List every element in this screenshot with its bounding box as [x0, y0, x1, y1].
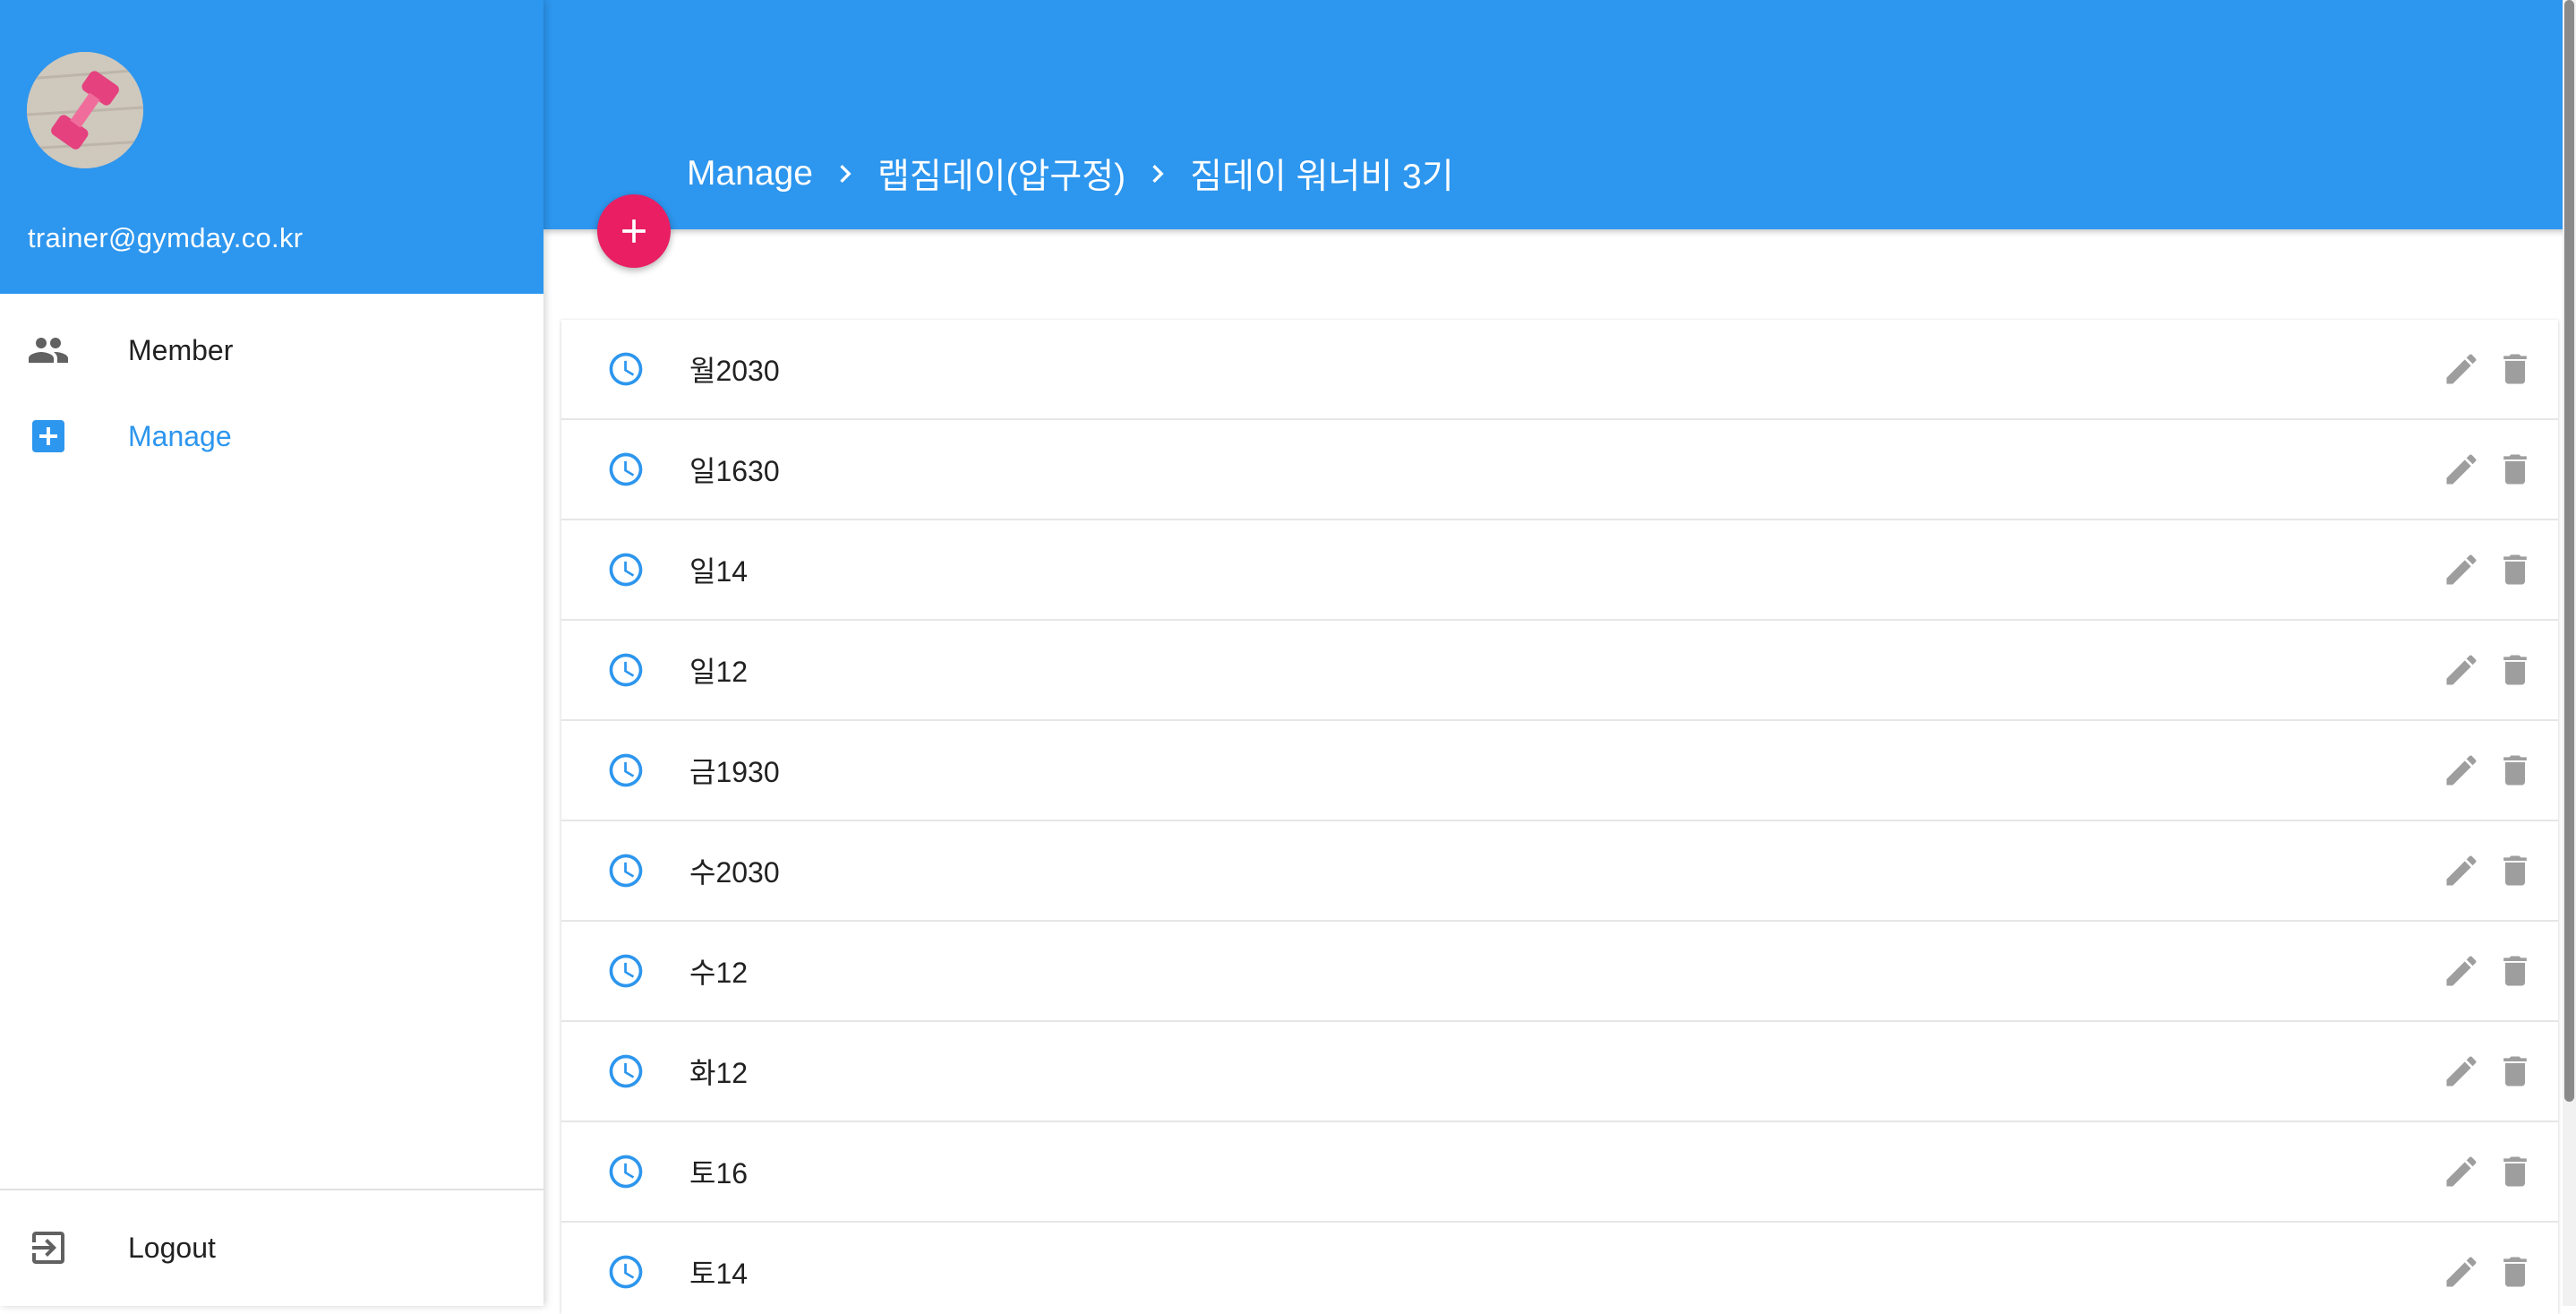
delete-icon[interactable] [2494, 849, 2537, 892]
clock-icon [604, 448, 647, 491]
add-button[interactable] [597, 194, 671, 268]
plus-icon [622, 219, 646, 243]
drawer-divider [0, 1189, 543, 1190]
breadcrumb: Manage 랩짐데이(압구정) 짐데이 워너비 3기 [687, 149, 1454, 199]
add-box-icon [27, 415, 70, 458]
list-item-label: 금1930 [689, 756, 780, 788]
clock-icon [604, 749, 647, 792]
breadcrumb-item-program[interactable]: 짐데이 워너비 3기 [1190, 149, 1454, 199]
list-item[interactable]: 금1930 [561, 721, 2558, 821]
people-icon [27, 329, 70, 372]
list-item-label: 토14 [689, 1258, 749, 1290]
logout-icon [27, 1226, 70, 1269]
breadcrumb-item-manage[interactable]: Manage [687, 154, 813, 193]
user-email: trainer@gymday.co.kr [28, 222, 304, 253]
list-item-label: 월2030 [689, 355, 780, 387]
breadcrumb-item-gym[interactable]: 랩짐데이(압구정) [877, 149, 1125, 199]
edit-icon[interactable] [2440, 949, 2483, 992]
clock-icon [604, 1050, 647, 1093]
list-item[interactable]: 수2030 [561, 821, 2558, 922]
edit-icon[interactable] [2440, 749, 2483, 792]
clock-icon [604, 849, 647, 892]
list-item-label: 일1630 [689, 455, 780, 487]
scrollbar-thumb[interactable] [2564, 0, 2574, 1102]
list-item[interactable]: 일1630 [561, 420, 2558, 520]
edit-icon[interactable] [2440, 648, 2483, 691]
logout-button[interactable]: Logout [0, 1205, 543, 1291]
app-bar: Manage 랩짐데이(압구정) 짐데이 워너비 3기 [543, 0, 2569, 229]
list-item[interactable]: 수12 [561, 922, 2558, 1022]
list-item[interactable]: 일12 [561, 621, 2558, 721]
delete-icon[interactable] [2494, 1150, 2537, 1193]
delete-icon[interactable] [2494, 348, 2537, 391]
delete-icon[interactable] [2494, 1050, 2537, 1093]
logout-label: Logout [128, 1231, 216, 1264]
list-item-label: 화12 [689, 1057, 749, 1089]
chevron-right-icon [820, 156, 870, 192]
clock-icon [604, 1250, 647, 1293]
delete-icon[interactable] [2494, 949, 2537, 992]
navigation-drawer: trainer@gymday.co.kr Member Manage Logou… [0, 0, 543, 1306]
list-item-label: 수12 [689, 957, 749, 989]
clock-icon [604, 548, 647, 591]
delete-icon[interactable] [2494, 749, 2537, 792]
list-item[interactable]: 월2030 [561, 320, 2558, 420]
edit-icon[interactable] [2440, 1050, 2483, 1093]
schedule-list: 월2030 일1630 일14 일12 금1930 수2030 수12 화12 … [561, 320, 2558, 1314]
nav-item-manage[interactable]: Manage [0, 393, 543, 479]
list-item[interactable]: 토16 [561, 1122, 2558, 1223]
avatar[interactable] [27, 52, 143, 168]
chevron-right-icon [1133, 156, 1183, 192]
drawer-header: trainer@gymday.co.kr [0, 0, 543, 294]
list-item-label: 토16 [689, 1157, 749, 1189]
edit-icon[interactable] [2440, 548, 2483, 591]
edit-icon[interactable] [2440, 448, 2483, 491]
edit-icon[interactable] [2440, 849, 2483, 892]
nav-item-member[interactable]: Member [0, 307, 543, 393]
nav-item-member-label: Member [128, 333, 234, 366]
delete-icon[interactable] [2494, 1250, 2537, 1293]
delete-icon[interactable] [2494, 448, 2537, 491]
list-item[interactable]: 화12 [561, 1022, 2558, 1122]
clock-icon [604, 348, 647, 391]
clock-icon [604, 1150, 647, 1193]
list-item-label: 수2030 [689, 856, 780, 889]
clock-icon [604, 648, 647, 691]
list-item[interactable]: 토14 [561, 1223, 2558, 1314]
edit-icon[interactable] [2440, 1250, 2483, 1293]
edit-icon[interactable] [2440, 348, 2483, 391]
list-item[interactable]: 일14 [561, 520, 2558, 621]
nav-item-manage-label: Manage [128, 419, 232, 452]
edit-icon[interactable] [2440, 1150, 2483, 1193]
clock-icon [604, 949, 647, 992]
list-item-label: 일14 [689, 555, 749, 588]
delete-icon[interactable] [2494, 548, 2537, 591]
delete-icon[interactable] [2494, 648, 2537, 691]
list-item-label: 일12 [689, 656, 749, 688]
